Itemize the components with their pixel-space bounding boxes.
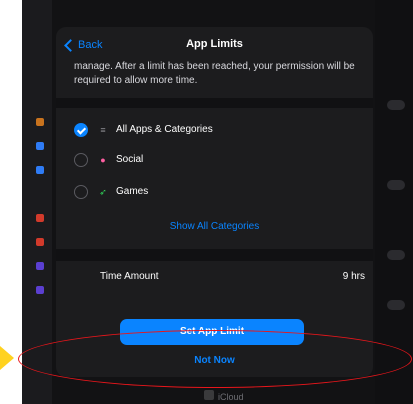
bg-app-chip — [36, 286, 44, 294]
pointer-arrow-icon — [0, 346, 14, 370]
radio-icon[interactable] — [74, 185, 88, 199]
navigation-bar: Back App Limits — [56, 27, 373, 61]
bg-toggle — [387, 180, 405, 190]
section-divider — [56, 249, 373, 261]
bg-app-chip — [36, 142, 44, 150]
social-icon: ● — [100, 155, 106, 165]
section-divider — [56, 98, 373, 108]
bg-app-chip — [36, 166, 44, 174]
bg-toggle — [387, 250, 405, 260]
category-row-all[interactable]: ≡ All Apps & Categories — [56, 116, 373, 146]
bg-toggle — [387, 300, 405, 310]
layers-icon: ≡ — [100, 125, 106, 135]
bg-toggle — [387, 100, 405, 110]
category-row-social[interactable]: ● Social — [56, 146, 373, 176]
bg-app-chip — [36, 118, 44, 126]
show-all-categories-link[interactable]: Show All Categories — [56, 221, 373, 232]
time-amount-label: Time Amount — [100, 271, 159, 282]
time-amount-value: 9 hrs — [342, 271, 365, 282]
category-label: All Apps & Categories — [116, 124, 213, 135]
bg-app-chip — [36, 214, 44, 222]
time-amount-row[interactable]: Time Amount 9 hrs — [56, 261, 373, 291]
icloud-icon — [204, 390, 214, 400]
category-label: Games — [116, 186, 149, 197]
app-limits-sheet: Back App Limits manage. After a limit ha… — [56, 27, 373, 377]
section-spacer — [56, 292, 373, 316]
checkmark-radio-icon[interactable] — [74, 123, 88, 137]
rocket-icon: ➶ — [99, 187, 107, 197]
radio-icon[interactable] — [74, 153, 88, 167]
page-title: App Limits — [186, 38, 243, 50]
category-label: Social — [116, 154, 144, 165]
bg-app-chip — [36, 238, 44, 246]
highlight-ellipse — [18, 330, 412, 388]
background-icloud-label: iCloud — [218, 392, 244, 402]
category-row-games[interactable]: ➶ Games — [56, 178, 373, 208]
limit-description: manage. After a limit has been reached, … — [74, 61, 355, 86]
bg-app-chip — [36, 262, 44, 270]
